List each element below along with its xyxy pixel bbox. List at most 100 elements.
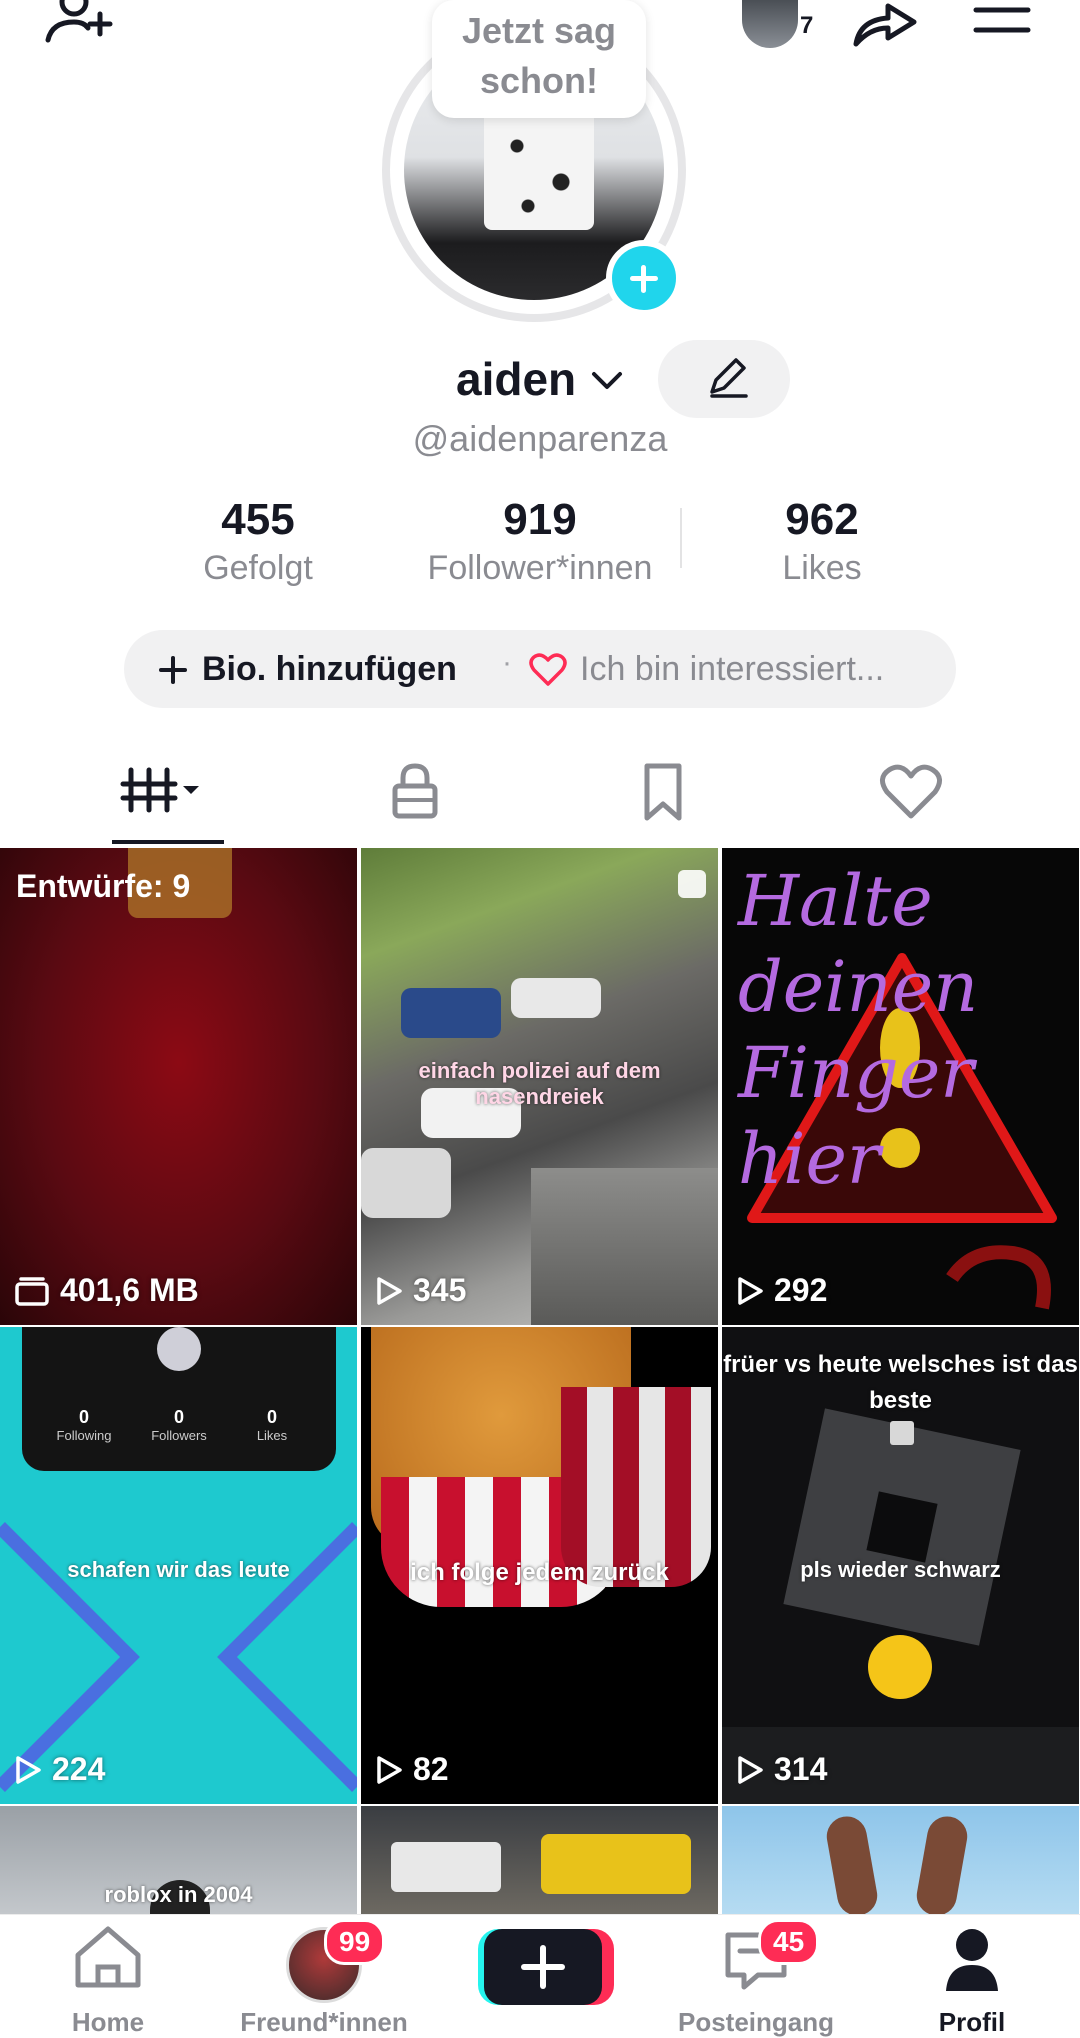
view-count: 345 [375, 1272, 466, 1309]
nav-profile[interactable]: Profil [864, 1915, 1080, 2037]
video-tile[interactable]: roblox in 2004 [0, 1806, 357, 1916]
play-icon [377, 1276, 402, 1305]
display-name[interactable]: aiden [456, 352, 576, 406]
view-count: 82 [375, 1751, 449, 1788]
share-icon[interactable] [850, 0, 920, 48]
edit-profile-button[interactable] [658, 340, 790, 418]
stat-likes[interactable]: 962 Likes [692, 495, 952, 588]
play-icon [738, 1755, 763, 1784]
drafts-icon [15, 1276, 49, 1306]
nav-create[interactable] [432, 1915, 648, 2033]
name-row: aiden [0, 340, 1080, 420]
view-count-value: 345 [413, 1272, 467, 1308]
status-bubble[interactable]: Jetzt sag schon! [432, 0, 646, 118]
police-car [511, 978, 601, 1018]
arrow-down-icon [890, 1421, 914, 1445]
video-tile[interactable] [722, 1806, 1079, 1916]
play-icon [738, 1276, 763, 1305]
bus [541, 1834, 691, 1894]
plus-icon [159, 655, 187, 684]
video-caption: pls wieder schwarz [800, 1557, 1001, 1582]
view-count-value: 314 [774, 1751, 828, 1787]
video-caption-top: früer vs heute welsches ist das beste [723, 1351, 1078, 1414]
inbox-icon [725, 1932, 787, 1990]
nav-friends-label: Freund*innen [240, 2007, 408, 2037]
kfc-bucket [561, 1387, 711, 1587]
heart-icon [528, 652, 568, 688]
create-button [484, 1929, 602, 2005]
view-count-value: 292 [774, 1272, 828, 1308]
video-caption: Halte deinen Finger hier [738, 860, 979, 1200]
videos-grid-icon [120, 767, 199, 813]
stat-divider [680, 508, 682, 568]
username: @aidenparenza [412, 418, 668, 459]
nav-home[interactable]: Home [0, 1915, 216, 2037]
stat-value: 962 [785, 495, 859, 544]
tab-indicator [112, 840, 224, 844]
car [361, 1148, 451, 1218]
plus-icon [521, 1945, 565, 1989]
bunny-ear [823, 1813, 881, 1916]
roblox-logo-hole [866, 1491, 938, 1563]
multi-image-icon [678, 870, 706, 898]
lock-icon [392, 763, 438, 819]
balcony [531, 1168, 718, 1325]
tab-liked[interactable] [776, 748, 1046, 848]
video-tile[interactable] [361, 1806, 718, 1916]
video-tile[interactable]: ich folge jedem zurück 82 [361, 1327, 718, 1804]
stat-followers[interactable]: 919 Follower*innen [410, 495, 670, 588]
stat-label: Follower*innen [427, 549, 653, 587]
video-tile[interactable]: einfach polizei auf dem nasendreiek 345 [361, 848, 718, 1325]
video-tile[interactable]: Halte deinen Finger hier 292 [722, 848, 1079, 1325]
add-bio-label: Bio. hinzufügen [202, 650, 457, 688]
stat-following[interactable]: 455 Gefolgt [128, 495, 388, 588]
drafts-size: 401,6 MB [14, 1272, 199, 1309]
stat-value: 455 [221, 495, 295, 544]
view-count-value: 224 [52, 1751, 106, 1787]
heart-icon [880, 764, 942, 819]
drafts-size-value: 401,6 MB [60, 1272, 199, 1308]
nav-inbox-label: Posteingang [677, 2007, 834, 2037]
play-icon [377, 1755, 402, 1784]
add-friend-icon[interactable] [38, 0, 118, 48]
van [391, 1842, 501, 1892]
play-icon [16, 1755, 41, 1784]
video-tile[interactable]: 0 Following 0 Followers 0 Likes schafen … [0, 1327, 357, 1804]
avatar [742, 0, 798, 48]
story-count: 7 [800, 12, 814, 39]
menu-icon[interactable] [972, 0, 1032, 48]
bottom-nav: Home 99 Freund*innen 45 Posteingang Prof… [0, 1914, 1080, 2037]
tab-videos[interactable] [28, 748, 298, 848]
inbox-badge: 45 [758, 1919, 820, 1965]
drafts-tile[interactable]: Entwürfe: 9 401,6 MB [0, 848, 357, 1325]
add-bio-button[interactable]: Bio. hinzufügen [158, 650, 457, 689]
nav-inbox[interactable]: 45 Posteingang [648, 1915, 864, 2037]
tab-saved[interactable] [528, 748, 798, 848]
tab-private[interactable] [280, 748, 550, 848]
nav-profile-label: Profil [938, 2007, 1006, 2037]
nav-friends[interactable]: 99 Freund*innen [216, 1915, 432, 2037]
view-count: 224 [14, 1751, 105, 1788]
emoji-neutral-face [868, 1635, 932, 1699]
view-count-value: 82 [413, 1751, 449, 1787]
photo-shirt [484, 110, 594, 230]
friends-badge: 99 [324, 1919, 386, 1965]
drafts-label: Entwürfe: 9 [16, 868, 191, 904]
home-icon [75, 1926, 141, 1988]
video-caption: ich folge jedem zurück [410, 1559, 669, 1586]
chevron-down-icon[interactable] [590, 370, 624, 392]
story-avatar[interactable]: 7 [738, 0, 813, 50]
video-tile[interactable]: früer vs heute welsches ist das beste pl… [722, 1327, 1079, 1804]
add-story-button[interactable] [606, 240, 682, 316]
car [401, 988, 501, 1038]
stat-value: 919 [503, 495, 577, 544]
separator-dot: · [502, 646, 512, 679]
stat-label: Gefolgt [203, 549, 313, 587]
view-count: 292 [736, 1272, 827, 1309]
profile-icon [946, 1929, 998, 1991]
interests-button[interactable]: Ich bin interessiert... [580, 650, 884, 689]
video-caption: roblox in 2004 [104, 1882, 253, 1907]
pencil-icon [710, 358, 748, 398]
bunny-ear [913, 1813, 971, 1916]
bio-pill: Bio. hinzufügen · Ich bin interessiert..… [124, 630, 956, 708]
